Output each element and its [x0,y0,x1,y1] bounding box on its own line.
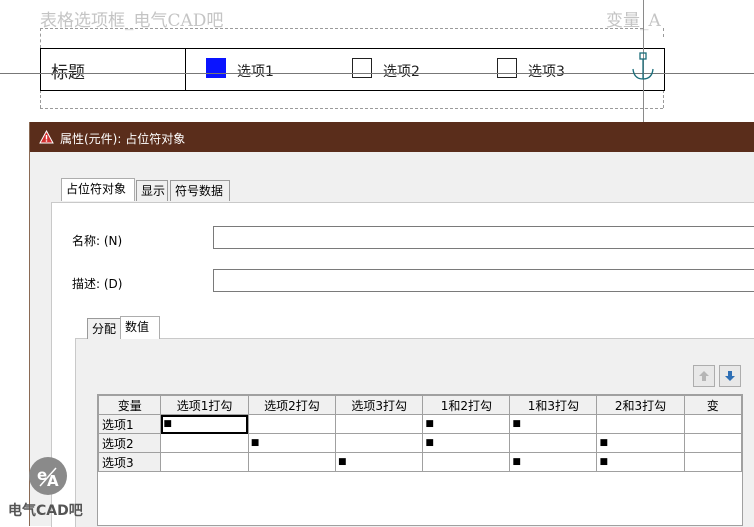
properties-dialog: 属性(元件): 占位符对象 占位符对象 显示 符号数据 名称: (N) 描述: … [29,122,754,527]
dialog-title: 属性(元件): 占位符对象 [60,132,186,146]
table-cell[interactable] [335,414,424,434]
dashed-border-left [40,28,41,48]
table-cell[interactable] [509,433,598,453]
table-row: 选项2 ■ ■ ■ [98,433,742,453]
option-1-label: 选项1 [237,64,274,80]
table-cell[interactable] [683,414,742,434]
column-header[interactable]: 1和2打勾 [422,395,511,415]
svg-text:e: e [37,466,47,484]
row-header[interactable]: 选项3 [98,452,162,472]
move-up-button[interactable] [693,365,715,387]
warning-icon [39,130,54,144]
table-cell[interactable]: ■ [335,452,424,472]
tab-symbol-data[interactable]: 符号数据 [170,180,230,201]
table-cell[interactable] [683,452,742,472]
anchor-icon[interactable] [630,52,656,82]
dashed-border-right-lower [663,90,664,108]
name-input[interactable] [213,226,754,249]
ea-logo-icon: e A [29,457,67,495]
table-cell[interactable]: ■ [596,452,685,472]
dashed-border-right [663,28,664,37]
description-label: 描述: (D) [72,277,123,291]
dashed-border-bottom [40,108,663,109]
name-label: 名称: (N) [72,234,123,248]
table-cell[interactable] [422,452,511,472]
arrow-up-icon [699,371,709,381]
table-cell[interactable] [596,414,685,434]
tab-placeholder-object[interactable]: 占位符对象 [61,178,135,201]
subtab-assignment[interactable]: 分配 [87,318,121,339]
option-3-checkbox[interactable] [497,58,517,78]
column-header[interactable]: 1和3打勾 [509,395,598,415]
description-input[interactable] [213,269,754,292]
table-cell[interactable] [335,433,424,453]
table-cell[interactable] [247,452,337,472]
table-cell[interactable]: ■ [160,414,249,434]
table-cell[interactable] [160,452,249,472]
watermark-text: 电气CAD吧 [8,503,83,519]
svg-text:A: A [47,472,59,490]
value-grid: 变量 选项1打勾 选项2打勾 选项3打勾 1和2打勾 1和3打勾 2和3打勾 变… [98,395,742,472]
option-2-label: 选项2 [383,64,420,80]
table-cell[interactable]: ■ [596,433,685,453]
table-cell[interactable]: ■ [422,414,511,434]
dashed-border-top [40,28,643,29]
row-header[interactable]: 选项2 [98,433,162,453]
table-cell[interactable] [683,433,742,453]
option-table-title: 标题 [51,63,85,83]
table-cell[interactable] [160,433,249,453]
option-3-label: 选项3 [528,64,565,80]
option-table-divider [185,48,186,90]
column-header[interactable]: 选项1打勾 [160,395,249,415]
column-header[interactable]: 变 [683,395,742,415]
move-down-button[interactable] [719,365,741,387]
table-cell[interactable] [247,414,337,434]
column-header[interactable]: 选项3打勾 [335,395,424,415]
dialog-titlebar[interactable]: 属性(元件): 占位符对象 [30,122,754,152]
row-header[interactable]: 选项1 [98,414,162,434]
column-header[interactable]: 2和3打勾 [596,395,685,415]
value-table[interactable]: 变量 选项1打勾 选项2打勾 选项3打勾 1和2打勾 1和3打勾 2和3打勾 变… [97,394,743,526]
option-1-checkbox[interactable] [206,58,226,78]
subtab-values[interactable]: 数值 [120,316,160,339]
table-cell[interactable]: ■ [247,433,337,453]
table-row: 选项1 ■ ■ ■ [98,414,742,434]
dashed-border-left-lower [40,90,41,108]
table-cell[interactable]: ■ [509,414,598,434]
tab-display[interactable]: 显示 [136,180,168,201]
table-cell[interactable]: ■ [422,433,511,453]
column-header[interactable]: 选项2打勾 [247,395,337,415]
column-header[interactable]: 变量 [98,395,162,415]
option-2-checkbox[interactable] [352,58,372,78]
table-cell[interactable]: ■ [509,452,598,472]
table-header-row: 变量 选项1打勾 选项2打勾 选项3打勾 1和2打勾 1和3打勾 2和3打勾 变 [98,395,742,415]
table-row: 选项3 ■ ■ ■ [98,452,742,472]
arrow-down-icon [725,371,735,381]
